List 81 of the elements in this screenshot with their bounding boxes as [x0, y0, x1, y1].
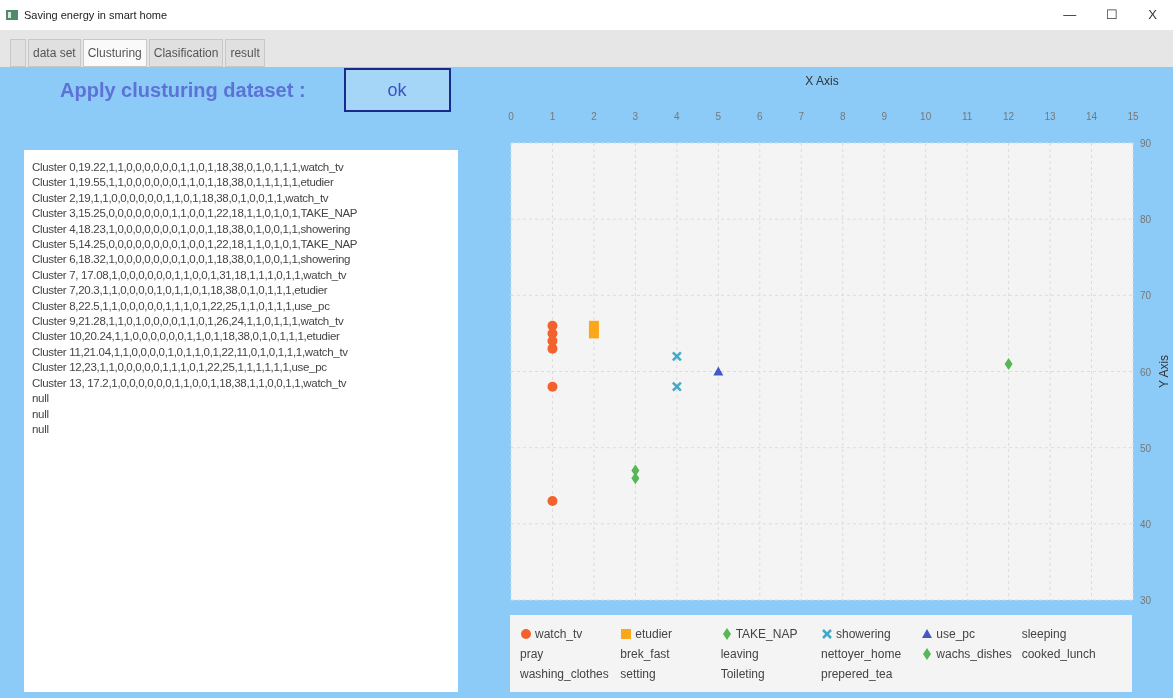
output-line: Cluster 1,19.55,1,1,0,0,0,0,0,0,1,1,0,1,18,38,0,1,1,1,1,1,etudier [32, 175, 335, 191]
data-point [672, 381, 682, 392]
output-line: Cluster 5,14.25,0,0,0,0,0,0,0,0,1,0,0,1,22,18,1,1,0,1,0,1,TAKE_NAP [32, 237, 359, 253]
legend-label: etudier [635, 625, 673, 643]
output-line: Cluster 3,15.25,0,0,0,0,0,0,0,1,1,0,0,1,22,18,1,1,0,1,0,1,TAKE_NAP [32, 206, 359, 222]
y-axis-title: Y Axis [1157, 354, 1171, 389]
x-tick-label: 0 [508, 111, 514, 122]
x-tick-label: 5 [715, 111, 722, 122]
output-line: Cluster 0,19.22,1,1,0,0,0,0,0,0,1,1,0,1,18,38,0,1,0,1,1,1,watch_tv [32, 160, 345, 175]
data-point [547, 343, 558, 354]
x-tick-label: 2 [591, 111, 597, 122]
legend-label: watch_tv [535, 625, 583, 643]
legend-label: leaving [720, 645, 759, 663]
y-tick-label: 70 [1140, 290, 1152, 302]
blank-tab[interactable] [10, 39, 26, 67]
y-tick-label: 50 [1140, 442, 1152, 454]
x-tick-label: 6 [757, 111, 763, 122]
output-line: Cluster 13, 17.2,1,0,0,0,0,0,0,1,1,0,0,1,18,38,1,1,0,0,1,1,watch_tv [32, 375, 348, 391]
legend-label: brek_fast [620, 645, 670, 663]
output-line: Cluster 12,23,1,1,0,0,0,0,0,1,1,1,0,1,22,25,1,1,1,1,1,1,use_pc [32, 360, 328, 376]
legend-label: Toileting [720, 665, 765, 683]
ok-button[interactable]: ok [343, 68, 451, 112]
data-point [713, 366, 724, 376]
data-point [631, 472, 640, 485]
y-tick-label: 40 [1140, 518, 1152, 530]
output-line: Cluster 2,19,1,1,0,0,0,0,0,0,1,1,0,1,18,38,0,1,0,0,1,1,watch_tv [32, 190, 330, 206]
output-line: Cluster 7, 17.08,1,0,0,0,0,0,0,1,1,0,0,1,31,18,1,1,1,0,1,1,watch_tv [32, 267, 348, 283]
tab[interactable]: Clasification [148, 39, 224, 67]
x-tick-label: 1 [549, 111, 556, 122]
y-tick-label: 60 [1140, 366, 1152, 378]
output-line: null [32, 421, 50, 437]
window-control[interactable]: ☐ [1106, 5, 1119, 25]
window-title: Saving energy in smart home [24, 7, 168, 23]
x-tick-label: 13 [1044, 111, 1056, 122]
x-tick-label: 8 [839, 111, 846, 122]
legend-label: cooked_lunch [1021, 645, 1096, 663]
data-point [547, 496, 558, 506]
window-control[interactable]: — [1063, 5, 1077, 25]
legend-label: prepered_tea [821, 665, 893, 683]
legend-label: setting [620, 665, 656, 683]
output-line: Cluster 10,20.24,1,1,0,0,0,0,0,0,1,1,0,1,18,38,0,1,0,1,1,1,etudier [32, 329, 341, 345]
legend-label: washing_clothes [520, 665, 609, 683]
data-point [672, 351, 682, 362]
data-point [1004, 357, 1013, 370]
legend-label: showering [836, 625, 891, 643]
data-point [547, 381, 558, 392]
app-icon [6, 9, 18, 21]
x-tick-label: 7 [798, 111, 805, 122]
output-line: Cluster 4,18.23,1,0,0,0,0,0,0,0,1,0,0,1,18,38,0,1,0,0,1,1,showering [32, 221, 352, 237]
legend-label: nettoyer_home [821, 645, 902, 663]
output-line: Cluster 8,22.5,1,1,0,0,0,0,0,1,1,1,0,1,22,25,1,1,0,1,1,1,use_pc [32, 298, 331, 314]
y-tick-label: 80 [1140, 214, 1152, 226]
legend-label: sleeping [1021, 625, 1067, 643]
x-tick-label: 10 [920, 111, 932, 122]
heading: Apply clusturing dataset : [60, 78, 306, 103]
output-line: null [32, 406, 50, 422]
output-line: Cluster 6,18.32,1,0,0,0,0,0,0,0,1,0,0,1,18,38,0,1,0,0,1,1,showering [32, 252, 352, 268]
legend-label: pray [520, 645, 544, 663]
y-tick-label: 30 [1140, 595, 1152, 606]
tab[interactable]: result [225, 39, 265, 67]
legend-label: TAKE_NAP [735, 625, 798, 643]
output-line: null [32, 391, 50, 407]
output-line: Cluster 9,21.28,1,1,0,1,0,0,0,0,1,1,0,1,26,24,1,1,0,1,1,1,watch_tv [32, 314, 345, 330]
x-tick-label: 3 [632, 111, 639, 122]
data-point [547, 320, 558, 331]
tab[interactable]: data set [28, 39, 81, 67]
x-axis-title: X Axis [805, 74, 839, 88]
data-point [588, 328, 599, 339]
tab[interactable]: Clusturing [82, 39, 147, 67]
legend-label: wachs_dishes [936, 645, 1012, 663]
legend-label: use_pc [936, 625, 976, 643]
output-line: Cluster 11,21.04,1,1,0,0,0,0,1,0,1,1,0,1,22,11,0,1,0,1,1,1,watch_tv [32, 344, 349, 360]
x-tick-label: 14 [1085, 111, 1098, 122]
window-control[interactable]: X [1148, 5, 1157, 25]
x-tick-label: 11 [961, 111, 973, 122]
x-tick-label: 4 [674, 111, 680, 122]
output-line: Cluster 7,20.3,1,1,0,0,0,0,1,0,1,1,0,1,18,38,0,1,0,1,1,1,etudier [32, 283, 329, 299]
x-tick-label: 12 [1003, 111, 1015, 122]
x-tick-label: 9 [881, 111, 887, 122]
y-tick-label: 90 [1140, 138, 1152, 149]
x-tick-label: 15 [1127, 111, 1139, 122]
